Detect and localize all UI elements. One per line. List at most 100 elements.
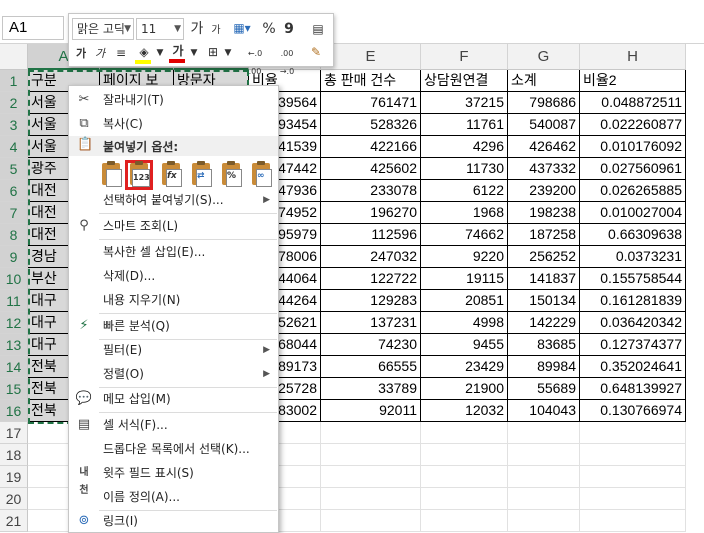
empty-cell[interactable] bbox=[508, 444, 580, 466]
empty-cell[interactable] bbox=[421, 422, 508, 444]
font-size-select[interactable]: 11 ▼ bbox=[136, 18, 184, 40]
table-cell[interactable]: 112596 bbox=[321, 224, 421, 246]
empty-cell[interactable] bbox=[580, 444, 686, 466]
menu-item-insert-copied[interactable]: 복사한 셀 삽입(E)... bbox=[69, 240, 278, 264]
table-cell[interactable]: 9455 bbox=[421, 334, 508, 356]
row-header-21[interactable]: 21 bbox=[0, 510, 28, 532]
table-cell[interactable]: 422166 bbox=[321, 136, 421, 158]
table-cell[interactable]: 437332 bbox=[508, 158, 580, 180]
header-cell[interactable]: 소계 bbox=[508, 70, 580, 92]
chevron-down-icon[interactable]: ▼ bbox=[155, 44, 165, 62]
menu-item-link[interactable]: ⊚ 링크(I) bbox=[69, 509, 278, 533]
table-cell[interactable]: 129283 bbox=[321, 290, 421, 312]
table-cell[interactable]: 0.66309638 bbox=[580, 224, 686, 246]
font-color-button[interactable]: 가 bbox=[169, 42, 187, 63]
table-cell[interactable]: 122722 bbox=[321, 268, 421, 290]
header-cell[interactable]: 비율2 bbox=[580, 70, 686, 92]
menu-item-insert-comment[interactable]: 💬 메모 삽입(M) bbox=[69, 387, 278, 411]
percent-button[interactable]: % bbox=[261, 20, 277, 38]
table-cell[interactable]: 1968 bbox=[421, 202, 508, 224]
table-cell[interactable]: 9220 bbox=[421, 246, 508, 268]
italic-button[interactable]: 가 bbox=[93, 45, 107, 63]
borders-icon[interactable]: ⊞ bbox=[204, 43, 222, 61]
empty-cell[interactable] bbox=[508, 510, 580, 532]
table-cell[interactable]: 6122 bbox=[421, 180, 508, 202]
row-header-15[interactable]: 15 bbox=[0, 378, 28, 400]
empty-cell[interactable] bbox=[321, 422, 421, 444]
table-cell[interactable]: 0.648139927 bbox=[580, 378, 686, 400]
table-cell[interactable]: 74662 bbox=[421, 224, 508, 246]
menu-item-clear-contents[interactable]: 내용 지우기(N) bbox=[69, 288, 278, 312]
empty-cell[interactable] bbox=[580, 510, 686, 532]
table-cell[interactable]: 0.026265885 bbox=[580, 180, 686, 202]
paste-option-paste[interactable] bbox=[97, 160, 125, 190]
menu-item-cut[interactable]: ✂ 잘라내기(T) bbox=[69, 88, 278, 112]
table-cell[interactable]: 33789 bbox=[321, 378, 421, 400]
row-header-2[interactable]: 2 bbox=[0, 92, 28, 114]
table-cell[interactable]: 425602 bbox=[321, 158, 421, 180]
table-cell[interactable]: 55689 bbox=[508, 378, 580, 400]
header-cell[interactable]: 상담원연결 bbox=[421, 70, 508, 92]
font-name-select[interactable]: 맑은 고딕 ▼ bbox=[72, 18, 134, 40]
align-center-button[interactable]: ≡ bbox=[113, 44, 129, 62]
menu-item-quick-analysis[interactable]: ⚡ 빠른 분석(Q) bbox=[69, 314, 278, 338]
row-header-17[interactable]: 17 bbox=[0, 422, 28, 444]
grow-font-button[interactable]: 가 bbox=[189, 20, 205, 38]
table-cell[interactable]: 0.127374377 bbox=[580, 334, 686, 356]
empty-cell[interactable] bbox=[421, 510, 508, 532]
bold-button[interactable]: 가 bbox=[74, 45, 88, 63]
table-cell[interactable]: 187258 bbox=[508, 224, 580, 246]
table-cell[interactable]: 4998 bbox=[421, 312, 508, 334]
table-cell[interactable]: 92011 bbox=[321, 400, 421, 422]
table-cell[interactable]: 0.0373231 bbox=[580, 246, 686, 268]
empty-cell[interactable] bbox=[580, 466, 686, 488]
table-cell[interactable]: 528326 bbox=[321, 114, 421, 136]
menu-item-delete[interactable]: 삭제(D)... bbox=[69, 264, 278, 288]
row-header-4[interactable]: 4 bbox=[0, 136, 28, 158]
menu-item-format-cells[interactable]: ▤ 셀 서식(F)... bbox=[69, 413, 278, 437]
table-cell[interactable]: 142229 bbox=[508, 312, 580, 334]
table-cell[interactable]: 761471 bbox=[321, 92, 421, 114]
table-cell[interactable]: 247032 bbox=[321, 246, 421, 268]
paste-option-formulas[interactable]: fx bbox=[157, 160, 185, 190]
empty-cell[interactable] bbox=[508, 466, 580, 488]
menu-item-sort[interactable]: 정렬(O) ▶ bbox=[69, 362, 278, 386]
table-cell[interactable]: 37215 bbox=[421, 92, 508, 114]
row-header-10[interactable]: 10 bbox=[0, 268, 28, 290]
table-cell[interactable]: 0.036420342 bbox=[580, 312, 686, 334]
menu-item-define-name[interactable]: 이름 정의(A)... bbox=[69, 485, 278, 509]
table-cell[interactable]: 0.155758544 bbox=[580, 268, 686, 290]
row-header-8[interactable]: 8 bbox=[0, 224, 28, 246]
table-cell[interactable]: 83685 bbox=[508, 334, 580, 356]
menu-item-paste-special[interactable]: 선택하여 붙여넣기(S)... ▶ bbox=[69, 188, 278, 212]
empty-cell[interactable] bbox=[421, 444, 508, 466]
empty-cell[interactable] bbox=[321, 444, 421, 466]
empty-cell[interactable] bbox=[421, 466, 508, 488]
comma-style-button[interactable]: 9 bbox=[281, 20, 297, 38]
row-header-14[interactable]: 14 bbox=[0, 356, 28, 378]
table-cell[interactable]: 426462 bbox=[508, 136, 580, 158]
empty-cell[interactable] bbox=[321, 466, 421, 488]
table-cell[interactable]: 12032 bbox=[421, 400, 508, 422]
name-box[interactable]: A1 bbox=[2, 16, 64, 40]
accounting-format-icon[interactable]: ▦▾ bbox=[229, 19, 255, 37]
paste-option-values[interactable]: 123 bbox=[125, 160, 153, 190]
row-header-3[interactable]: 3 bbox=[0, 114, 28, 136]
menu-item-pick-from-list[interactable]: 드롭다운 목록에서 선택(K)... bbox=[69, 437, 278, 461]
row-header-20[interactable]: 20 bbox=[0, 488, 28, 510]
empty-cell[interactable] bbox=[421, 488, 508, 510]
shrink-font-button[interactable]: 가 bbox=[209, 22, 223, 40]
table-cell[interactable]: 0.010027004 bbox=[580, 202, 686, 224]
table-cell[interactable]: 256252 bbox=[508, 246, 580, 268]
empty-cell[interactable] bbox=[321, 510, 421, 532]
table-cell[interactable]: 89984 bbox=[508, 356, 580, 378]
table-cell[interactable]: 0.130766974 bbox=[580, 400, 686, 422]
empty-cell[interactable] bbox=[508, 488, 580, 510]
increase-decimal-button[interactable]: ←.0 .00 bbox=[241, 45, 269, 81]
row-header-16[interactable]: 16 bbox=[0, 400, 28, 422]
row-header-5[interactable]: 5 bbox=[0, 158, 28, 180]
row-header-13[interactable]: 13 bbox=[0, 334, 28, 356]
header-cell[interactable]: 총 판매 건수 bbox=[321, 70, 421, 92]
paste-option-formatting[interactable]: % bbox=[217, 160, 245, 190]
table-cell[interactable]: 74230 bbox=[321, 334, 421, 356]
